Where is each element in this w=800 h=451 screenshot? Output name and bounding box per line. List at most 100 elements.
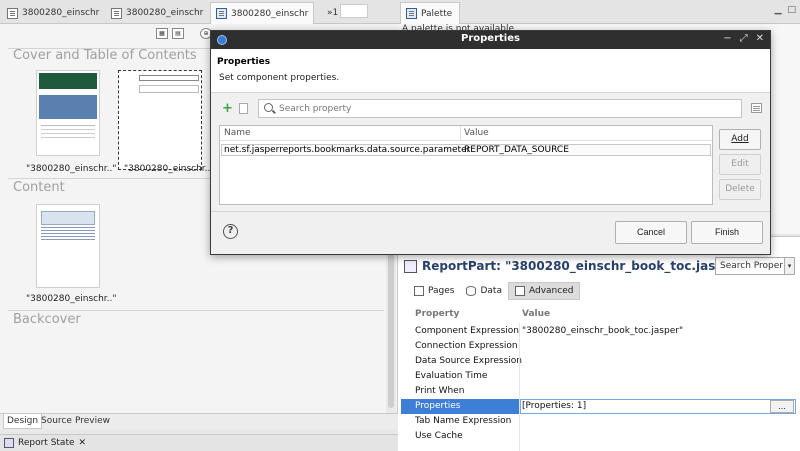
editor-tab-2[interactable]: 3800280_einschr	[106, 2, 206, 24]
property-name: Component Expression	[415, 326, 519, 336]
close-icon[interactable]: ✕	[79, 438, 87, 448]
minimize-icon[interactable]: −	[723, 33, 731, 44]
property-row[interactable]: Data Source Expression	[398, 354, 800, 369]
cover-banner	[39, 73, 97, 89]
property-name: Connection Expression	[415, 341, 518, 351]
editor-tab-label: 3800280_einschr	[22, 8, 100, 18]
column-separator	[519, 323, 520, 451]
dialog-header: Properties Set component properties.	[211, 49, 770, 93]
tab-source[interactable]: Source	[38, 414, 75, 429]
section-cover-title: Cover and Table of Contents	[13, 48, 197, 63]
restore-icon[interactable]: ⤢	[740, 33, 748, 44]
content-thumb-label: "3800280_einschr.."	[26, 294, 117, 304]
section-backcover	[8, 310, 384, 311]
help-icon[interactable]: ?	[223, 224, 238, 239]
table-row[interactable]: net.sf.jasperreports.bookmarks.data.sour…	[221, 144, 711, 156]
report-state-view-tab[interactable]: Report State ✕	[0, 434, 398, 451]
properties-table: Name Value net.sf.jasperreports.bookmark…	[219, 125, 713, 205]
tab-design[interactable]: Design	[3, 414, 43, 429]
close-icon[interactable]: ✕	[756, 33, 764, 44]
tab-preview[interactable]: Preview	[72, 414, 113, 429]
property-row[interactable]: Tab Name Expression	[398, 414, 800, 429]
content-thumbnail[interactable]	[36, 204, 100, 288]
editor-tab-label: 3800280_einschr	[126, 8, 204, 18]
close-icon[interactable]: ✕	[458, 9, 459, 19]
property-name: Print When	[415, 386, 465, 396]
edit-button[interactable]: Edit	[719, 154, 761, 175]
palette-tab[interactable]: Palette ✕	[400, 2, 460, 24]
editor-tab-label: 3800280_einschr	[231, 8, 309, 19]
editor-tab-3[interactable]: 3800280_einschr ✕	[210, 2, 314, 24]
zoom-fit-icon[interactable]: ▦	[156, 28, 168, 39]
toc-thumb-label: "3800280_einschr.."	[124, 164, 215, 174]
delete-button[interactable]: Delete	[719, 179, 761, 200]
property-row-selected[interactable]: Properties [Properties: 1] ...	[398, 399, 800, 414]
property-row[interactable]: Evaluation Time	[398, 369, 800, 384]
finish-button[interactable]: Finish	[691, 221, 763, 244]
cover-thumbnail[interactable]	[36, 70, 100, 156]
property-name: Evaluation Time	[415, 371, 488, 381]
editor-tab-bar: 3800280_einschr 3800280_einschr 3800280_…	[0, 0, 398, 24]
dialog-window-title: Properties	[461, 33, 520, 44]
document-icon[interactable]	[239, 103, 248, 114]
properties-tabs: Pages Data Advanced	[408, 282, 581, 300]
toc-line	[139, 85, 199, 93]
list-view-icon[interactable]	[751, 103, 762, 113]
property-name-cell: net.sf.jasperreports.bookmarks.data.sour…	[224, 145, 471, 155]
col-name-header: Name	[224, 128, 251, 138]
col-value-header: Value	[522, 309, 551, 319]
property-name: Use Cache	[415, 431, 463, 441]
window-controls: − ⤢ ✕	[723, 33, 764, 44]
cover-text-lines	[41, 125, 95, 126]
tab-pages[interactable]: Pages	[408, 282, 460, 300]
palette-tab-bar: Palette ✕ ▁ □	[398, 0, 800, 24]
editor-tab-1[interactable]: 3800280_einschr	[2, 2, 102, 24]
property-row[interactable]: Use Cache	[398, 429, 800, 444]
search-properties-field[interactable]: Search Proper ▾	[715, 257, 795, 275]
report-part-icon	[404, 260, 417, 273]
property-row[interactable]: Print When	[398, 384, 800, 399]
add-icon[interactable]: +	[222, 102, 233, 115]
chevron-down-icon[interactable]: ▾	[784, 258, 794, 274]
col-property-header: Property	[415, 309, 460, 319]
report-state-icon	[4, 438, 14, 448]
add-button[interactable]: Add	[719, 129, 761, 150]
tab-data-label: Data	[480, 286, 502, 296]
report-file-icon	[111, 7, 122, 19]
delete-button-label: Delete	[725, 184, 755, 194]
property-value-cell: REPORT_DATA_SOURCE	[464, 145, 569, 155]
search-property-box[interactable]	[258, 99, 742, 118]
search-property-input[interactable]	[279, 102, 734, 116]
properties-title: ReportPart: "3800280_einschr_book_toc.ja…	[422, 259, 738, 273]
tab-advanced-label: Advanced	[528, 286, 574, 296]
search-properties-label: Search Proper	[720, 261, 784, 271]
dialog-titlebar[interactable]: Properties − ⤢ ✕	[211, 31, 770, 49]
tab-advanced[interactable]: Advanced	[507, 282, 581, 300]
database-icon	[466, 286, 477, 296]
edit-properties-button[interactable]: ...	[770, 400, 794, 413]
header-col-separator	[460, 126, 461, 140]
edit-button-label: Edit	[731, 159, 749, 169]
tab-pages-label: Pages	[428, 286, 455, 296]
property-name: Properties	[415, 401, 461, 411]
cancel-button[interactable]: Cancel	[615, 221, 687, 244]
dialog-footer-separator	[211, 211, 770, 212]
maximize-icon[interactable]: □	[787, 5, 796, 15]
minimize-icon[interactable]: ▁	[775, 5, 782, 15]
editor-area-blank	[340, 4, 368, 18]
toc-thumbnail-selected[interactable]	[118, 70, 202, 170]
property-name: Tab Name Expression	[415, 416, 512, 426]
tab-data[interactable]: Data	[460, 282, 508, 300]
property-value: "3800280_einschr_book_toc.jasper"	[522, 326, 684, 336]
report-state-label: Report State	[18, 438, 75, 448]
property-row[interactable]: Connection Expression	[398, 339, 800, 354]
view-controls: ▁ □	[775, 5, 796, 15]
layout-icon[interactable]: ▤	[172, 28, 184, 39]
book-file-icon	[216, 8, 227, 19]
content-table-head	[41, 211, 95, 225]
pages-icon	[414, 286, 424, 296]
property-row[interactable]: Component Expression "3800280_einschr_bo…	[398, 324, 800, 339]
property-value: [Properties: 1]	[522, 401, 587, 411]
dialog-subheading: Set component properties.	[219, 73, 340, 83]
section-backcover-title: Backcover	[13, 312, 81, 327]
